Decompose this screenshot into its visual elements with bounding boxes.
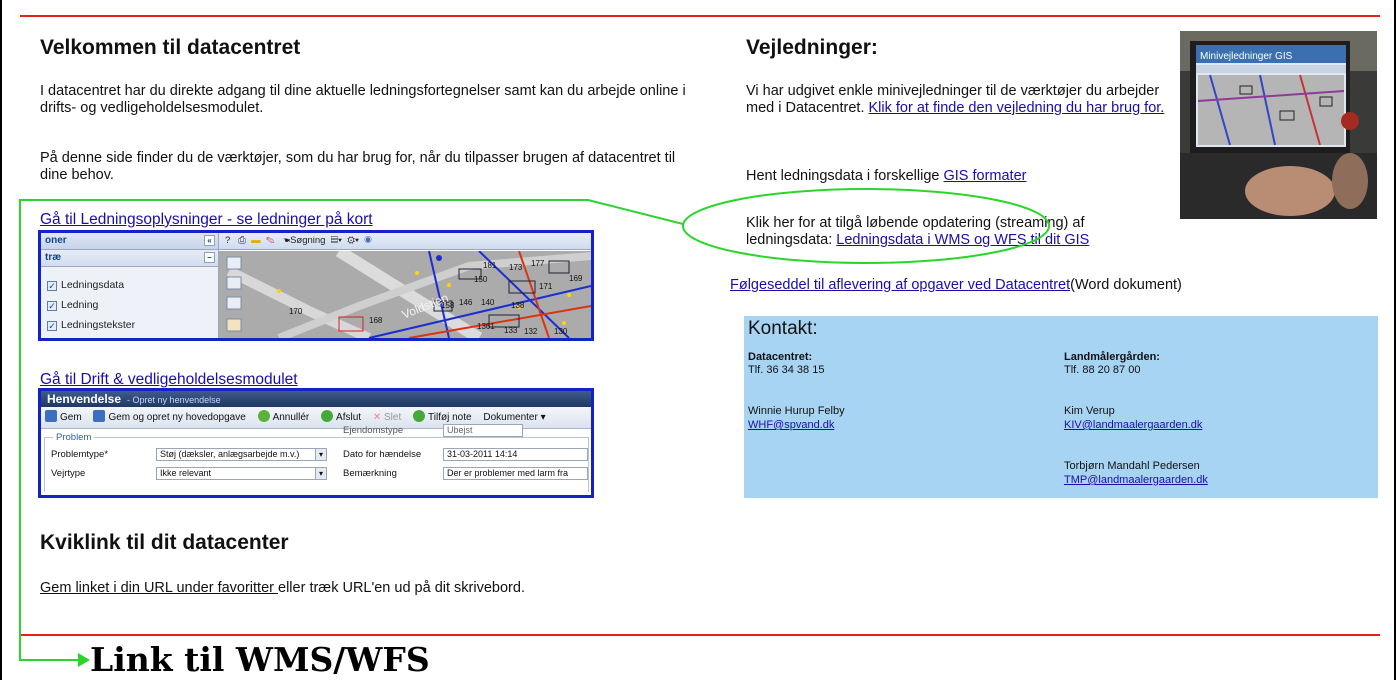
- arrow-right-icon: [78, 653, 90, 667]
- callout-ellipse: [682, 188, 1050, 264]
- callout-overlay: [19, 188, 1050, 667]
- wms-wfs-annotation-title: Link til WMS/WFS: [90, 640, 430, 679]
- callout-connector: [19, 199, 684, 661]
